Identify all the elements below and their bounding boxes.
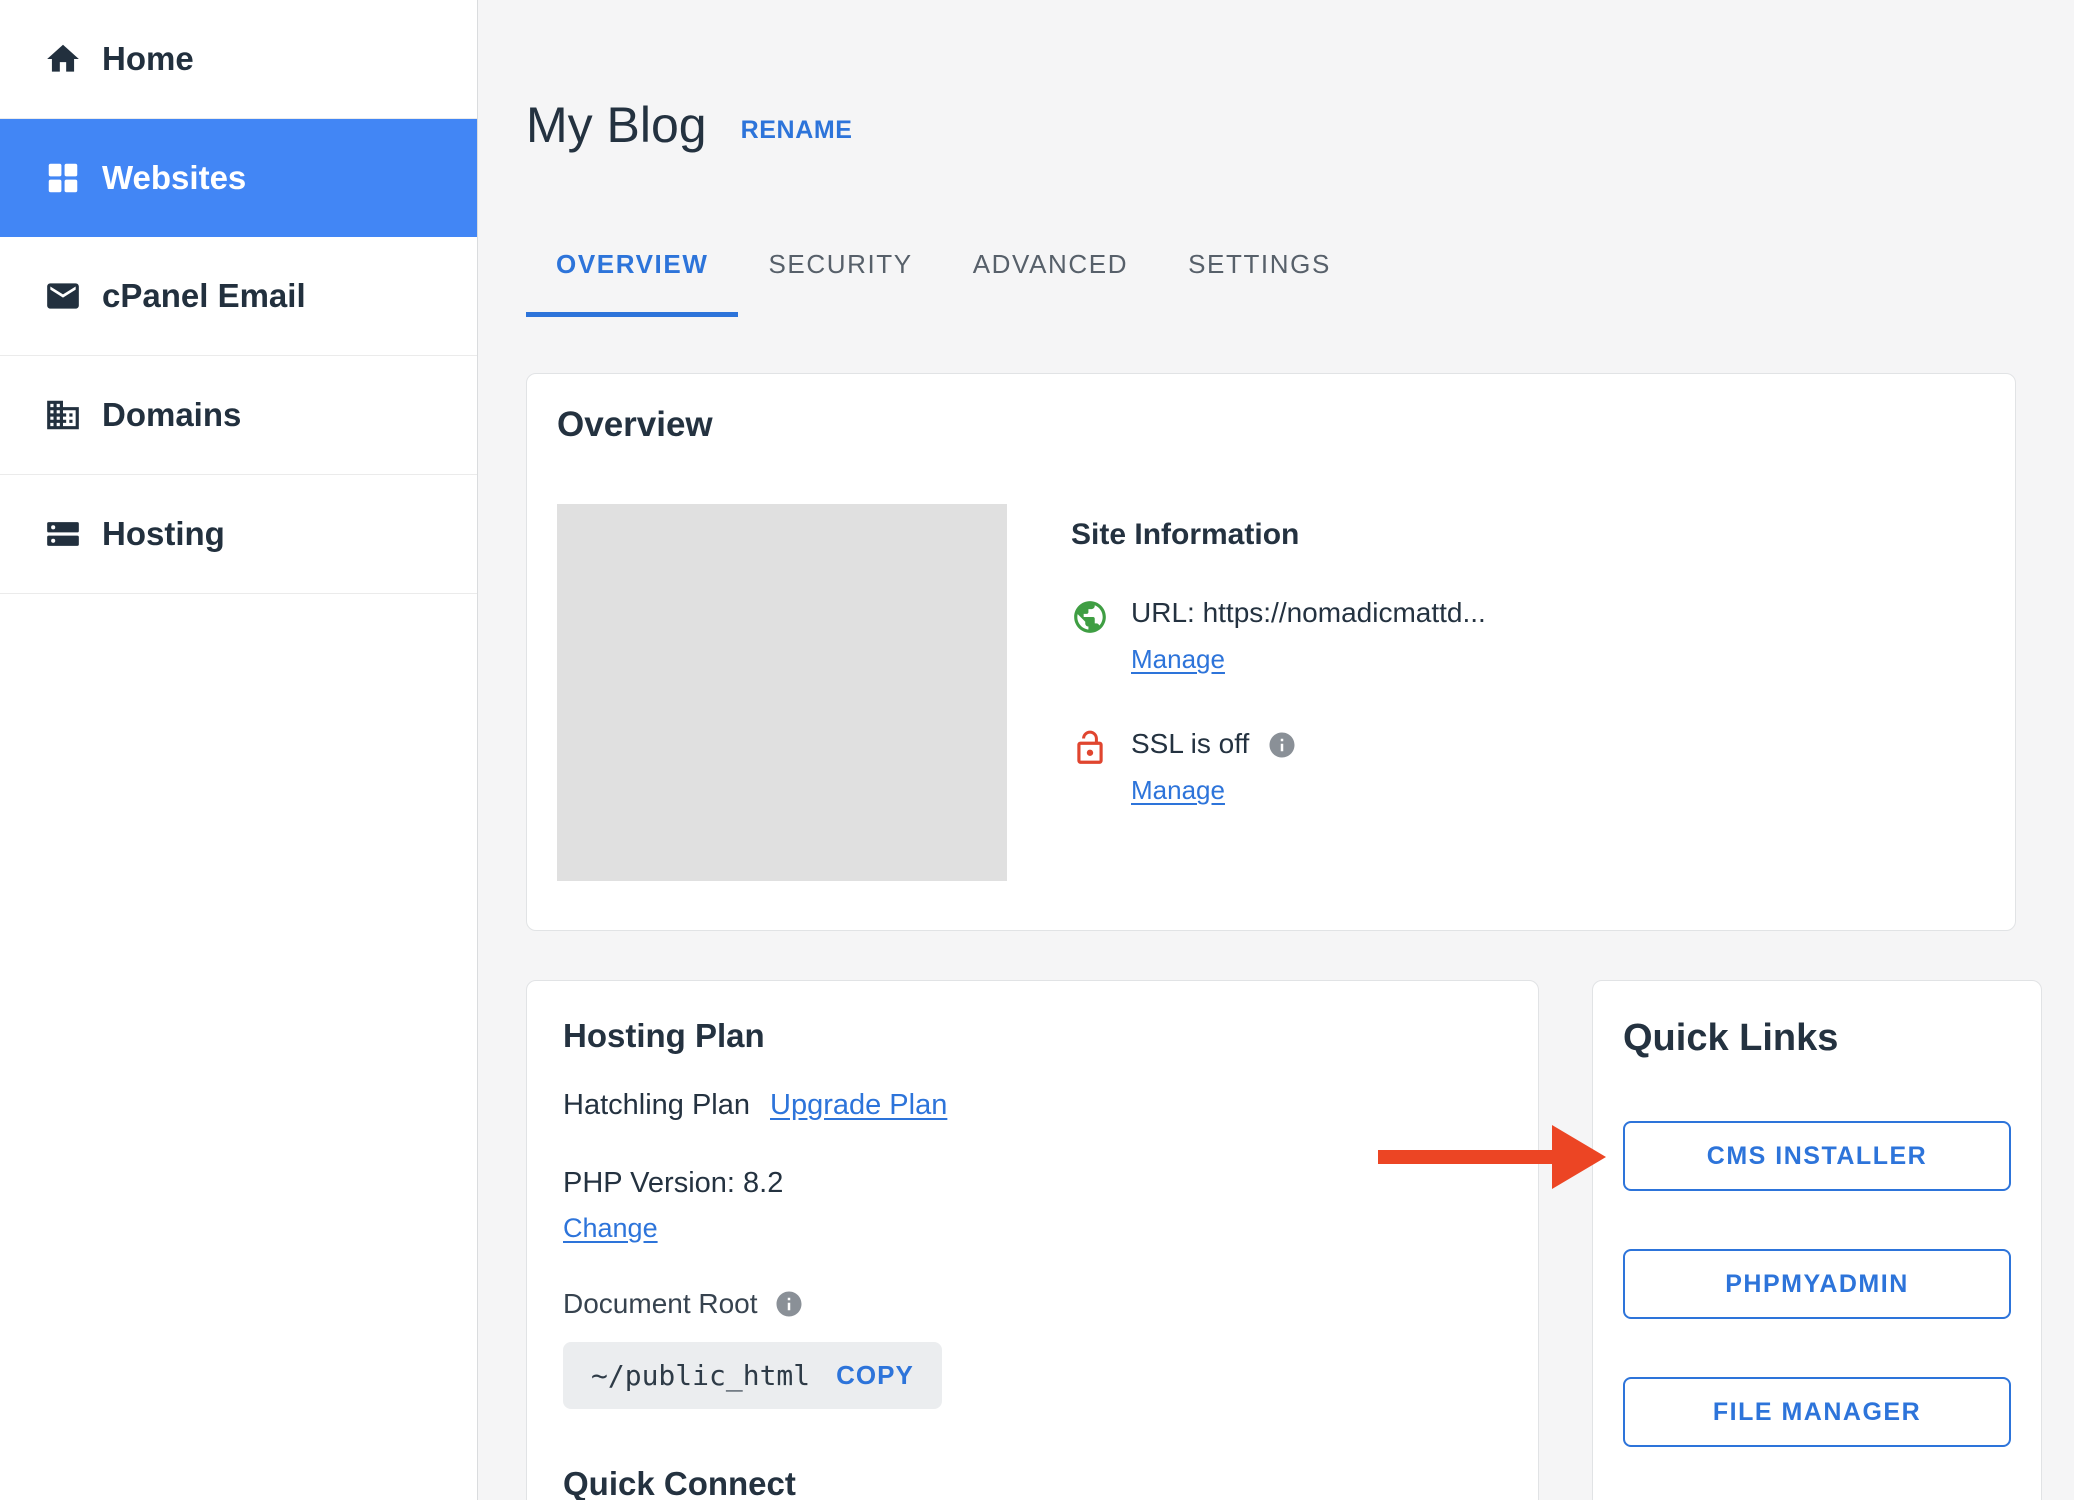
- sidebar-item-websites[interactable]: Websites: [0, 119, 477, 237]
- sidebar: Home Websites cPanel Email Domains Hosti…: [0, 0, 478, 1500]
- quick-connect-title: Quick Connect: [563, 1463, 1502, 1500]
- tab-settings[interactable]: SETTINGS: [1158, 249, 1361, 317]
- overview-card: Overview Site Information URL: https://n…: [526, 373, 2016, 931]
- rename-button[interactable]: RENAME: [741, 116, 853, 145]
- websites-grid-icon: [44, 159, 82, 197]
- ssl-info-icon[interactable]: [1267, 728, 1297, 760]
- sidebar-item-label: Home: [102, 40, 194, 78]
- sidebar-item-label: Domains: [102, 396, 241, 434]
- site-url-text: URL: https://nomadicmattd...: [1131, 596, 1486, 630]
- php-change-link[interactable]: Change: [563, 1213, 658, 1244]
- upgrade-plan-link[interactable]: Upgrade Plan: [770, 1089, 947, 1122]
- hosting-server-icon: [44, 515, 82, 553]
- sidebar-item-label: cPanel Email: [102, 277, 306, 315]
- site-information-title: Site Information: [1071, 518, 1486, 552]
- document-root-label: Document Root: [563, 1288, 758, 1320]
- ssl-manage-link[interactable]: Manage: [1131, 775, 1225, 806]
- sidebar-item-domains[interactable]: Domains: [0, 356, 477, 475]
- plan-name-text: Hatchling Plan: [563, 1087, 750, 1123]
- email-icon: [44, 277, 82, 315]
- document-root-info-icon[interactable]: [774, 1289, 804, 1319]
- page-header: My Blog RENAME: [526, 96, 2074, 154]
- file-manager-button[interactable]: FILE MANAGER: [1623, 1377, 2011, 1447]
- main-content: My Blog RENAME OVERVIEW SECURITY ADVANCE…: [478, 0, 2074, 1500]
- site-information-section: Site Information URL: https://nomadicmat…: [1071, 504, 1486, 881]
- lock-open-icon: [1071, 729, 1109, 767]
- globe-icon: [1071, 598, 1109, 636]
- quick-links-card: Quick Links CMS INSTALLER PHPMYADMIN FIL…: [1592, 980, 2042, 1500]
- document-root-path: ~/public_html: [591, 1359, 810, 1392]
- ssl-status-row: SSL is off Manage: [1071, 727, 1486, 806]
- copy-button[interactable]: COPY: [836, 1360, 914, 1391]
- tab-bar: OVERVIEW SECURITY ADVANCED SETTINGS: [526, 249, 2074, 317]
- home-icon: [44, 40, 82, 78]
- overview-card-title: Overview: [557, 404, 1985, 446]
- phpmyadmin-button[interactable]: PHPMYADMIN: [1623, 1249, 2011, 1319]
- php-version-text: PHP Version: 8.2: [563, 1165, 1502, 1201]
- domains-building-icon: [44, 396, 82, 434]
- page-title: My Blog: [526, 96, 707, 154]
- cms-installer-button[interactable]: CMS INSTALLER: [1623, 1121, 2011, 1191]
- sidebar-item-label: Websites: [102, 159, 246, 197]
- sidebar-item-label: Hosting: [102, 515, 225, 553]
- hosting-plan-card: Hosting Plan Hatchling Plan Upgrade Plan…: [526, 980, 1539, 1500]
- sidebar-item-home[interactable]: Home: [0, 0, 477, 119]
- sidebar-item-hosting[interactable]: Hosting: [0, 475, 477, 594]
- tab-security[interactable]: SECURITY: [738, 249, 942, 317]
- ssl-status-text: SSL is off: [1131, 727, 1249, 761]
- quick-links-title: Quick Links: [1623, 1015, 2011, 1061]
- tab-advanced[interactable]: ADVANCED: [943, 249, 1158, 317]
- tab-overview[interactable]: OVERVIEW: [526, 249, 738, 317]
- site-screenshot-placeholder: [557, 504, 1007, 881]
- url-manage-link[interactable]: Manage: [1131, 644, 1225, 675]
- document-root-pill: ~/public_html COPY: [563, 1342, 942, 1409]
- sidebar-item-cpanel-email[interactable]: cPanel Email: [0, 237, 477, 356]
- site-url-row: URL: https://nomadicmattd... Manage: [1071, 596, 1486, 675]
- hosting-plan-title: Hosting Plan: [563, 1015, 1502, 1057]
- hosting-dashboard-page: Home Websites cPanel Email Domains Hosti…: [0, 0, 2074, 1500]
